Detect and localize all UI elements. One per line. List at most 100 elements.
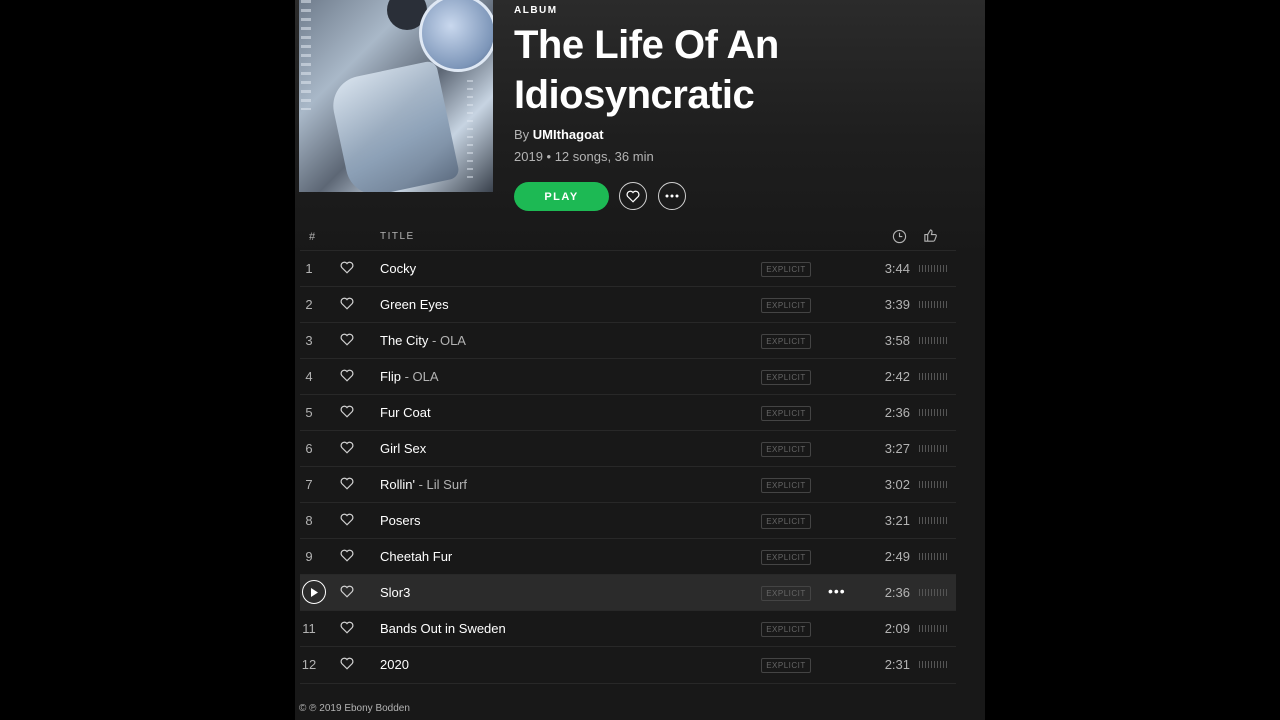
heart-icon[interactable] (340, 441, 354, 454)
track-featured-artist[interactable]: - Lil Surf (415, 477, 467, 492)
track-number: 9 (305, 549, 313, 564)
track-row[interactable]: 2 Green Eyes EXPLICIT 3:39 (300, 286, 956, 322)
explicit-badge: EXPLICIT (761, 514, 811, 529)
heart-icon[interactable] (340, 477, 354, 490)
track-title-cell[interactable]: Slor3 (380, 585, 410, 600)
track-duration: 3:21 (884, 513, 910, 528)
header-title: TITLE (380, 231, 415, 242)
heart-icon[interactable] (340, 657, 354, 670)
play-button[interactable]: PLAY (514, 182, 609, 211)
track-title-cell[interactable]: Green Eyes (380, 297, 449, 312)
heart-icon[interactable] (340, 549, 354, 562)
explicit-badge: EXPLICIT (761, 262, 811, 277)
track-title: The City (380, 333, 429, 348)
more-options-button[interactable] (658, 182, 686, 210)
track-featured-artist[interactable]: - OLA (401, 369, 439, 384)
heart-icon[interactable] (340, 261, 354, 274)
track-number: 11 (302, 621, 316, 636)
explicit-badge: EXPLICIT (761, 622, 811, 637)
track-number: 4 (305, 369, 313, 384)
track-row[interactable]: 1 Cocky EXPLICIT 3:44 (300, 250, 956, 286)
explicit-badge: EXPLICIT (761, 442, 811, 457)
track-number: 7 (305, 477, 313, 492)
play-track-button[interactable] (302, 580, 326, 604)
track-featured-artist[interactable]: - OLA (428, 333, 466, 348)
popularity-bar (919, 517, 947, 524)
album-title: The Life Of An Idiosyncratic (514, 23, 779, 117)
track-title: Fur Coat (380, 405, 431, 420)
popularity-bar (919, 553, 947, 560)
explicit-badge: EXPLICIT (761, 406, 811, 421)
track-row[interactable]: 8 Posers EXPLICIT 3:21 (300, 502, 956, 538)
track-row[interactable]: 6 Girl Sex EXPLICIT 3:27 (300, 430, 956, 466)
heart-icon[interactable] (340, 297, 354, 310)
album-cover-art (299, 0, 493, 192)
track-title-cell[interactable]: Bands Out in Sweden (380, 621, 506, 636)
track-title-cell[interactable]: The City - OLA (380, 333, 466, 348)
explicit-badge: EXPLICIT (761, 334, 811, 349)
by-prefix: By (514, 127, 530, 142)
track-row[interactable]: 4 Flip - OLA EXPLICIT 2:42 (300, 358, 956, 394)
heart-icon[interactable] (340, 513, 354, 526)
popularity-bar (919, 409, 947, 416)
track-duration: 2:42 (884, 369, 910, 384)
album-kind-label: ALBUM (514, 5, 558, 16)
track-more-button[interactable]: ••• (828, 583, 846, 599)
track-row[interactable]: 12 2020 EXPLICIT 2:31 (300, 646, 956, 682)
play-icon (311, 587, 318, 597)
thumbs-up-icon (924, 229, 937, 242)
track-title-cell[interactable]: 2020 (380, 657, 409, 672)
heart-icon[interactable] (340, 621, 354, 634)
clock-icon (892, 229, 907, 244)
explicit-badge: EXPLICIT (761, 658, 811, 673)
track-title: 2020 (380, 657, 409, 672)
artist-link[interactable]: UMIthagoat (533, 127, 604, 142)
track-title-cell[interactable]: Cheetah Fur (380, 549, 452, 564)
track-duration: 2:09 (884, 621, 910, 636)
popularity-bar (919, 589, 947, 596)
popularity-bar (919, 373, 947, 380)
track-number: 3 (305, 333, 313, 348)
track-row[interactable]: 11 Bands Out in Sweden EXPLICIT 2:09 (300, 610, 956, 646)
track-row[interactable]: 5 Fur Coat EXPLICIT 2:36 (300, 394, 956, 430)
track-title: Rollin' (380, 477, 415, 492)
heart-icon[interactable] (340, 405, 354, 418)
album-panel: ALBUM The Life Of An Idiosyncratic By UM… (295, 0, 985, 720)
track-row[interactable]: 3 The City - OLA EXPLICIT 3:58 (300, 322, 956, 358)
track-row[interactable]: Slor3 EXPLICIT ••• 2:36 (300, 574, 956, 610)
heart-icon[interactable] (340, 585, 354, 598)
album-info: 2019 • 12 songs, 36 min (514, 149, 654, 164)
track-duration: 3:27 (884, 441, 910, 456)
track-number: 5 (305, 405, 313, 420)
track-duration: 3:58 (884, 333, 910, 348)
tracklist: 1 Cocky EXPLICIT 3:44 2 Green Eyes EXPLI… (300, 250, 956, 682)
track-title-cell[interactable]: Posers (380, 513, 420, 528)
explicit-badge: EXPLICIT (761, 298, 811, 313)
track-title-cell[interactable]: Girl Sex (380, 441, 426, 456)
heart-icon[interactable] (340, 369, 354, 382)
more-dots-icon (665, 194, 679, 198)
track-title: Cocky (380, 261, 417, 276)
track-title: Flip (380, 369, 401, 384)
track-title-cell[interactable]: Rollin' - Lil Surf (380, 477, 467, 492)
track-title: Posers (380, 513, 421, 528)
save-album-button[interactable] (619, 182, 647, 210)
track-title-cell[interactable]: Cocky (380, 261, 416, 276)
popularity-bar (919, 337, 947, 344)
track-title-cell[interactable]: Fur Coat (380, 405, 431, 420)
popularity-bar (919, 265, 947, 272)
popularity-bar (919, 481, 947, 488)
explicit-badge: EXPLICIT (761, 550, 811, 565)
track-number: 6 (305, 441, 313, 456)
track-title-cell[interactable]: Flip - OLA (380, 369, 439, 384)
explicit-badge: EXPLICIT (761, 586, 811, 601)
heart-icon[interactable] (340, 333, 354, 346)
track-row[interactable]: 9 Cheetah Fur EXPLICIT 2:49 (300, 538, 956, 574)
header-number: # (309, 231, 316, 243)
track-duration: 2:36 (884, 585, 910, 600)
explicit-badge: EXPLICIT (761, 370, 811, 385)
track-row[interactable]: 7 Rollin' - Lil Surf EXPLICIT 3:02 (300, 466, 956, 502)
track-title: Girl Sex (380, 441, 427, 456)
track-duration: 2:31 (884, 657, 910, 672)
track-number: 8 (305, 513, 313, 528)
